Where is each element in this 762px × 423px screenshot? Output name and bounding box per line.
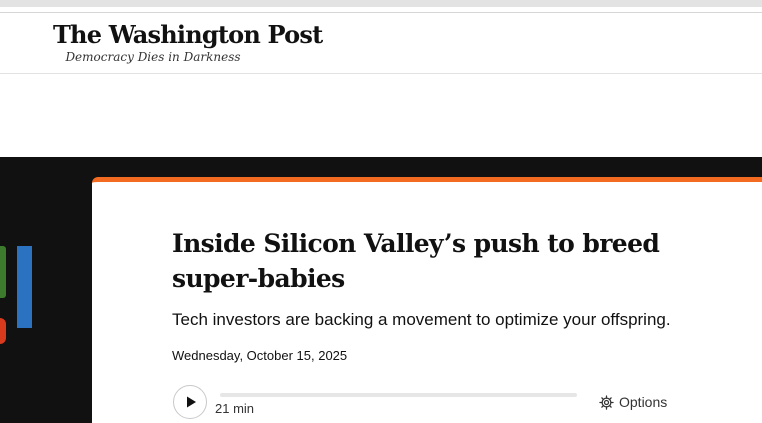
site-header: The Washington Post Democracy Dies in Da… (0, 12, 762, 74)
washington-post-logo[interactable]: The Washington Post (53, 21, 323, 49)
browser-top-strip (0, 0, 762, 7)
gear-icon (599, 394, 614, 410)
article-date: Wednesday, October 15, 2025 (172, 348, 348, 363)
article-headline: Inside Silicon Valley’s push to breed su… (172, 229, 660, 293)
play-icon (187, 396, 196, 408)
audio-options-label: Options (619, 394, 668, 410)
audio-options-button[interactable]: Options (599, 393, 667, 411)
audio-progress-bar[interactable] (220, 393, 577, 397)
site-tagline: Democracy Dies in Darkness (65, 50, 241, 64)
hero-image-green-shape (0, 246, 6, 298)
article-subheadline: Tech investors are backing a movement to… (172, 310, 671, 329)
audio-play-button[interactable] (173, 385, 207, 419)
audio-duration: 21 min (215, 401, 255, 416)
hero-image-blue-shape (17, 246, 32, 328)
hero-image-red-shape (0, 318, 6, 344)
site-brand[interactable]: The Washington Post Democracy Dies in Da… (53, 21, 323, 65)
